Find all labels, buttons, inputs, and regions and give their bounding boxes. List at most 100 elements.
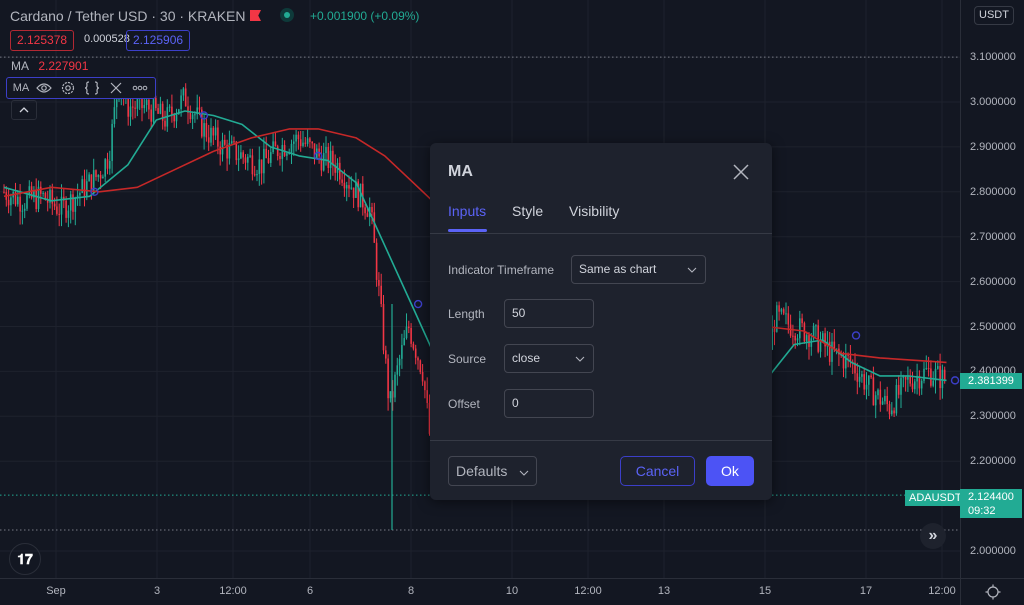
candle-body: [111, 123, 113, 161]
candle-body: [67, 210, 70, 218]
candle-body: [398, 358, 401, 366]
candle-body: [863, 374, 865, 390]
time-tick-label: 15: [758, 585, 772, 597]
candle-body: [911, 383, 914, 390]
gear-icon[interactable]: [56, 79, 80, 97]
candle-body: [881, 401, 884, 405]
candle-body: [773, 328, 776, 332]
candle-body: [943, 369, 946, 381]
sell-price-button[interactable]: 2.125378: [10, 30, 75, 51]
candle-body: [801, 318, 803, 324]
candle-body: [217, 127, 219, 147]
ok-button[interactable]: Ok: [706, 456, 754, 486]
price-tick-label: 3.000000: [970, 96, 1016, 108]
cancel-button[interactable]: Cancel: [620, 456, 695, 486]
symbol-title[interactable]: Cardano / Tether USD · 30 · KRAKEN: [10, 8, 246, 24]
candle-body: [260, 159, 263, 174]
time-tick-label: 8: [407, 585, 415, 597]
candle-body: [253, 174, 256, 176]
tradingview-logo[interactable]: 𝟏𝟕: [9, 543, 41, 575]
source-select[interactable]: close: [504, 344, 594, 373]
candle-body: [267, 158, 270, 163]
candle-body: [897, 384, 900, 395]
candle-body: [21, 210, 24, 212]
ma-legend[interactable]: MA 2.227901: [11, 59, 88, 73]
candle-body: [42, 192, 44, 194]
candle-body: [359, 183, 362, 208]
candle-body: [796, 338, 799, 341]
candle-body: [10, 197, 12, 206]
defaults-dropdown[interactable]: Defaults: [448, 456, 537, 486]
candle-body: [778, 305, 780, 312]
candle-body: [145, 99, 148, 106]
candle-body: [343, 182, 346, 189]
candle-body: [198, 107, 201, 110]
time-axis[interactable]: Sep 3 12:00 6 8 10 12:00 13 15 17 12:00: [0, 578, 960, 605]
candle-body: [113, 107, 116, 124]
indicator-settings-dialog: MA Inputs Style Visibility Indicator Tim…: [430, 143, 772, 500]
candle-body: [171, 106, 173, 116]
scroll-to-realtime-button[interactable]: »: [920, 523, 946, 549]
tab-inputs[interactable]: Inputs: [448, 203, 486, 219]
candle-body: [148, 99, 150, 110]
length-label: Length: [448, 307, 485, 321]
candle-body: [387, 358, 389, 399]
candle-body: [132, 106, 134, 108]
chevron-up-icon: [19, 107, 29, 113]
candle-body: [249, 155, 251, 157]
price-tick-label: 2.900000: [970, 140, 1016, 153]
candle-body: [286, 153, 288, 156]
candle-body: [396, 365, 399, 375]
candle-body: [295, 134, 297, 142]
timeframe-select[interactable]: Same as chart: [571, 255, 706, 284]
dialog-footer-divider: [430, 440, 772, 441]
candle-body: [263, 148, 265, 174]
candle-body: [212, 127, 215, 136]
tab-style[interactable]: Style: [512, 203, 543, 219]
tab-visibility[interactable]: Visibility: [569, 203, 619, 219]
offset-input[interactable]: 0: [504, 389, 594, 418]
braces-icon[interactable]: [80, 79, 104, 97]
crossover-marker: [413, 299, 423, 309]
candle-body: [164, 120, 166, 127]
candle-body: [861, 374, 863, 377]
candle-body: [175, 114, 178, 122]
more-icon[interactable]: [128, 79, 152, 97]
chart-settings-button[interactable]: [960, 578, 1024, 605]
symbol-price-tag: ADAUSDT: [905, 490, 966, 506]
candle-body: [900, 377, 902, 395]
dialog-close-button[interactable]: [730, 161, 752, 183]
crossover-marker: [950, 376, 960, 385]
price-tick-label: 2.800000: [970, 185, 1016, 198]
active-tab-indicator: [448, 229, 487, 232]
currency-badge[interactable]: USDT: [974, 6, 1014, 25]
tradingview-logo-icon: 𝟏𝟕: [17, 550, 33, 567]
candle-body: [815, 325, 817, 327]
candle-body: [822, 333, 824, 341]
chevron-down-icon: [519, 457, 529, 485]
eye-icon[interactable]: [32, 79, 56, 97]
candle-body: [235, 141, 238, 161]
candle-body: [74, 197, 77, 212]
close-icon[interactable]: [104, 79, 128, 97]
candle-body: [808, 335, 810, 347]
length-input[interactable]: 50: [504, 299, 594, 328]
crossover-marker: [851, 331, 861, 340]
candle-body: [189, 112, 192, 120]
candle-body: [65, 200, 67, 218]
candle-body: [274, 141, 277, 147]
candle-body: [19, 196, 21, 212]
candle-body: [923, 368, 925, 381]
source-label: Source: [448, 352, 487, 366]
candle-body: [858, 376, 861, 382]
collapse-legend-button[interactable]: [11, 100, 37, 120]
candle-body: [350, 187, 353, 189]
candle-body: [408, 326, 410, 328]
candle-body: [233, 141, 235, 143]
candle-body: [341, 179, 343, 183]
candle-body: [879, 389, 882, 405]
buy-price-button[interactable]: 2.125906: [126, 30, 191, 51]
candle-body: [311, 141, 313, 144]
candle-body: [329, 150, 332, 168]
candle-body: [870, 375, 872, 378]
